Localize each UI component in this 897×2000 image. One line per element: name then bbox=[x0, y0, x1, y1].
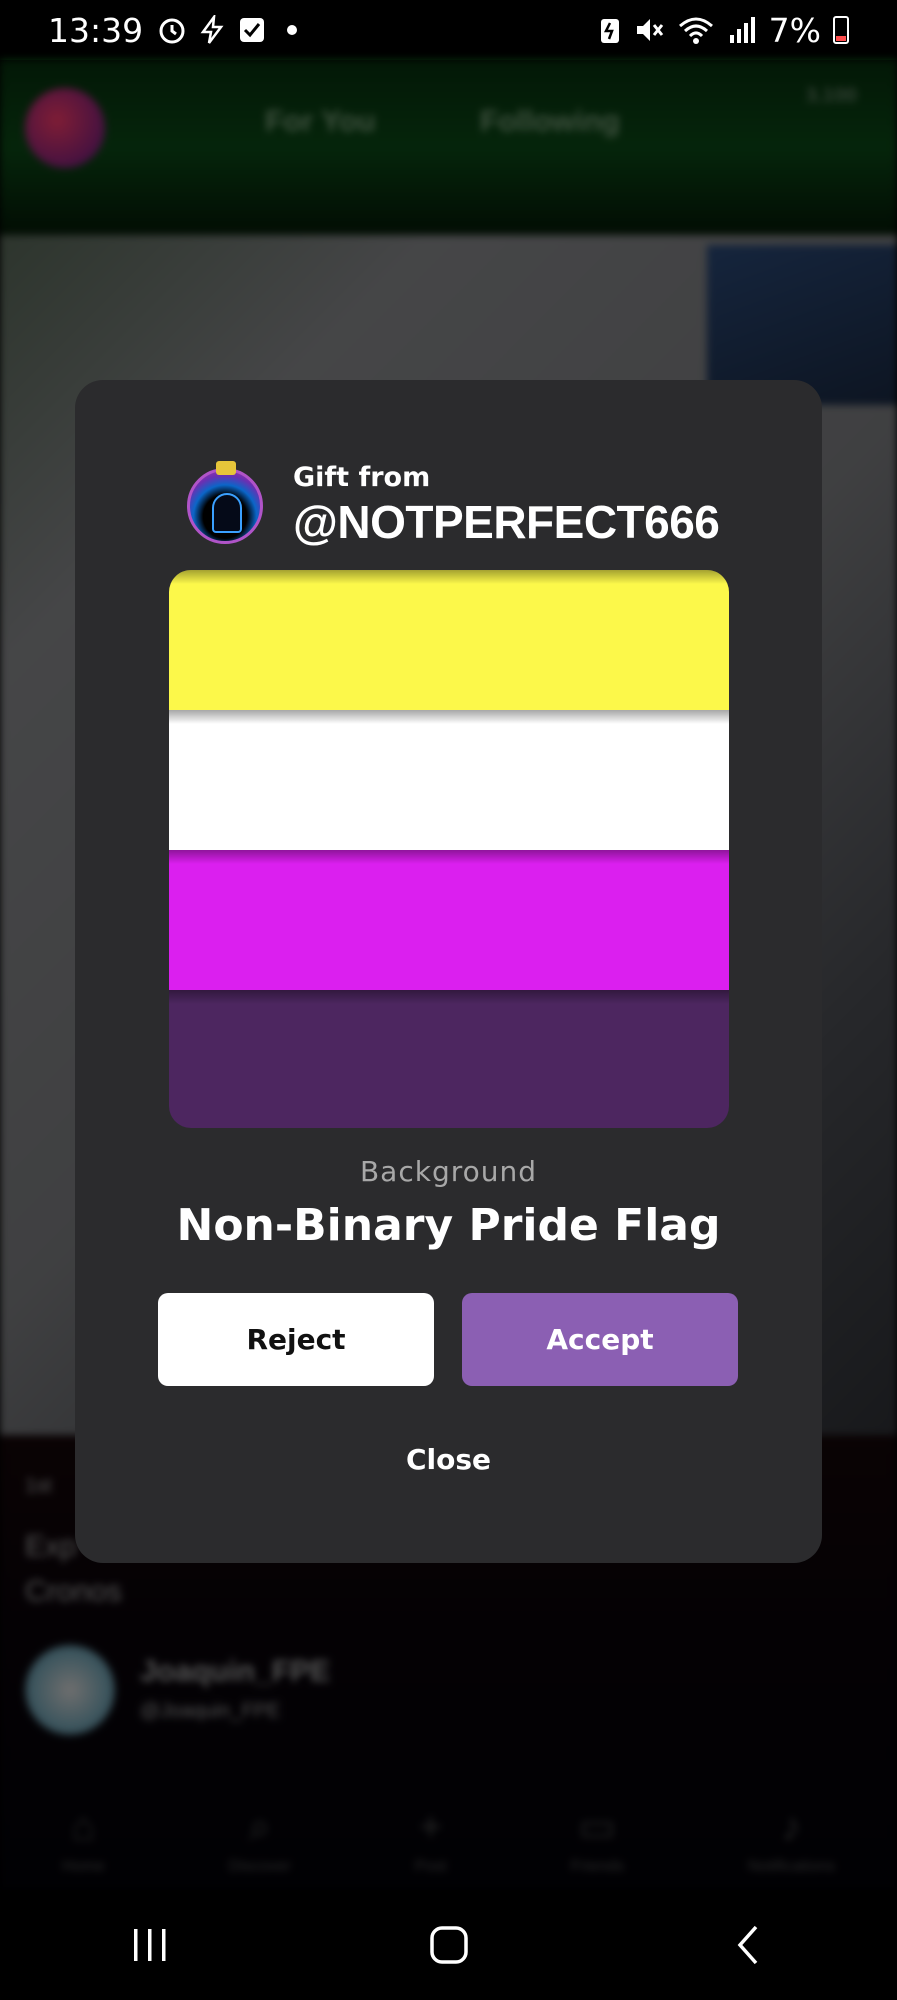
avatar-figure bbox=[212, 492, 242, 533]
flag-stripe-dark-purple bbox=[169, 990, 729, 1128]
crown-icon bbox=[216, 460, 236, 475]
back-button[interactable] bbox=[698, 1905, 798, 1985]
gift-from-label: Gift from bbox=[293, 462, 431, 493]
back-icon bbox=[737, 1925, 757, 1965]
accept-button[interactable]: Accept bbox=[462, 1293, 738, 1386]
flash-icon bbox=[200, 15, 224, 44]
gift-dialog: Gift from @NOTPERFECT666 Background Non-… bbox=[75, 380, 822, 1563]
recents-button[interactable] bbox=[100, 1905, 200, 1985]
reject-button[interactable]: Reject bbox=[158, 1293, 434, 1386]
dot-icon bbox=[287, 25, 298, 35]
flag-stripe-white bbox=[169, 710, 729, 850]
item-category: Background bbox=[359, 1155, 538, 1188]
sender-avatar bbox=[187, 460, 263, 544]
battery-level: 7% bbox=[768, 10, 821, 50]
sender-username: @NOTPERFECT666 bbox=[293, 496, 720, 548]
alarm-icon bbox=[159, 18, 185, 44]
flag-stripe-yellow bbox=[169, 570, 729, 710]
flag-preview bbox=[169, 570, 729, 1128]
battery-saver-icon bbox=[600, 19, 619, 43]
home-icon bbox=[429, 1926, 468, 1964]
recents-icon bbox=[133, 1929, 165, 1961]
battery-icon bbox=[833, 16, 849, 44]
signal-icon bbox=[729, 17, 755, 43]
flag-stripe-purple bbox=[169, 850, 729, 990]
gift-text: Gift from @NOTPERFECT666 bbox=[293, 462, 720, 549]
system-nav-bar bbox=[0, 1890, 897, 2000]
status-bar: 13:39 7% bbox=[0, 0, 897, 60]
status-time: 13:39 bbox=[48, 10, 144, 50]
item-name: Non-Binary Pride Flag bbox=[176, 1200, 721, 1251]
gift-header: Gift from @NOTPERFECT666 bbox=[187, 460, 720, 549]
check-icon bbox=[240, 18, 265, 42]
home-button[interactable] bbox=[399, 1905, 499, 1985]
mute-icon bbox=[636, 19, 663, 41]
close-button[interactable]: Close bbox=[75, 1443, 822, 1476]
wifi-icon bbox=[678, 17, 713, 44]
